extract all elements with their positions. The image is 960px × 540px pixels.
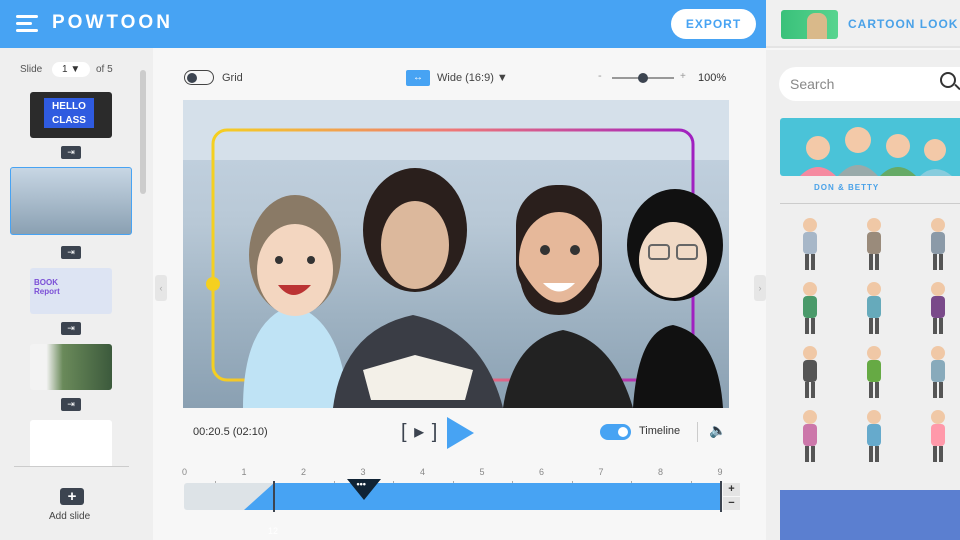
scene-image: [183, 100, 729, 408]
character-item[interactable]: [924, 344, 952, 402]
timeline-tick-label: 7: [598, 467, 604, 477]
volume-icon[interactable]: 🔈: [709, 422, 726, 439]
transition-icon[interactable]: ⇥: [61, 322, 81, 335]
top-bar: POWTOON EXPORT: [0, 0, 766, 48]
frame-handle: [206, 277, 220, 291]
transition-icon[interactable]: ⇥: [61, 246, 81, 259]
timeline-tick-label: 4: [420, 467, 426, 477]
slide-select[interactable]: 1 ▼: [52, 62, 90, 77]
add-slide-label[interactable]: Add slide: [49, 511, 90, 522]
add-slide-button[interactable]: +: [60, 488, 84, 505]
divider: [780, 203, 960, 204]
look-label: CARTOON LOOK: [848, 17, 959, 31]
timeline-tick-label: 0: [182, 467, 188, 477]
character-item[interactable]: [860, 344, 888, 402]
timeline-in-marker[interactable]: [273, 481, 275, 512]
transition-icon[interactable]: ⇥: [61, 398, 81, 411]
logo: POWTOON: [52, 12, 173, 33]
zoom-in-button[interactable]: +: [680, 71, 686, 82]
character-item[interactable]: [924, 216, 952, 274]
collapse-left-button[interactable]: ‹: [155, 275, 167, 301]
slides-panel: Slide 1 ▼ of 5 HELLO CLASS ⇥ ⇥ BOOK Repo…: [0, 48, 153, 540]
zoom-out-button[interactable]: -: [598, 70, 602, 82]
character-item[interactable]: [924, 408, 952, 466]
playhead-menu-icon[interactable]: •••: [357, 479, 366, 489]
timeline-tick-label: 2: [301, 467, 307, 477]
look-thumbnail: [781, 10, 838, 39]
timeline-label: Timeline: [639, 425, 681, 437]
search-icon[interactable]: [940, 72, 956, 88]
character-item[interactable]: [796, 408, 824, 466]
timeline-zoom-in[interactable]: +: [723, 483, 740, 496]
slide-count: of 5: [96, 64, 113, 75]
collapse-right-button[interactable]: ›: [754, 275, 766, 301]
menu-icon[interactable]: [16, 15, 38, 33]
character-set-banner-2[interactable]: [780, 490, 960, 540]
aspect-ratio-select[interactable]: Wide (16:9) ▼: [437, 72, 508, 84]
marker-label: 12: [268, 526, 279, 536]
slide-thumb-1[interactable]: HELLO CLASS: [30, 92, 112, 138]
aspect-ratio-icon[interactable]: ↔: [406, 70, 430, 86]
timeline-element-bar[interactable]: [244, 483, 721, 510]
grid-toggle[interactable]: [184, 70, 214, 85]
transition-icon[interactable]: ⇥: [61, 146, 81, 159]
timeline-tick-label: 6: [539, 467, 545, 477]
timeline-tick-label: 5: [479, 467, 485, 477]
divider: [697, 422, 698, 442]
character-item[interactable]: [860, 216, 888, 274]
timeline-zoom-out[interactable]: −: [723, 497, 740, 510]
export-button[interactable]: EXPORT: [671, 9, 756, 39]
timeline-tick-label: 8: [658, 467, 664, 477]
timeline-out-marker[interactable]: [720, 481, 722, 512]
timeline-tick-label: 9: [717, 467, 723, 477]
slide-title: HELLO CLASS: [44, 98, 94, 128]
slide-canvas[interactable]: [183, 100, 729, 408]
play-button[interactable]: [447, 417, 474, 449]
play-scene-button[interactable]: [ ▸ ]: [401, 419, 438, 444]
timeline-tick-label: 3: [360, 467, 366, 477]
slide-thumb-4[interactable]: [30, 344, 112, 390]
scrollbar[interactable]: [140, 70, 146, 194]
cartoon-look-selector[interactable]: CARTOON LOOK: [766, 0, 960, 48]
search-input[interactable]: Search: [779, 67, 960, 101]
time-display: 00:20.5 (02:10): [193, 426, 268, 438]
character-item[interactable]: [860, 408, 888, 466]
divider: [14, 466, 129, 467]
timeline-tick-label: 1: [241, 467, 247, 477]
slide-title: BOOK Report: [34, 278, 60, 296]
zoom-slider-handle[interactable]: [638, 73, 648, 83]
slide-thumb-5[interactable]: [30, 420, 112, 466]
character-item[interactable]: [860, 280, 888, 338]
slide-thumb-3[interactable]: BOOK Report: [30, 268, 112, 314]
zoom-value: 100%: [698, 72, 727, 84]
banner-label: DON & BETTY: [814, 183, 880, 192]
timeline-toggle[interactable]: [600, 424, 631, 440]
slide-thumb-2[interactable]: [10, 167, 132, 235]
character-item[interactable]: [924, 280, 952, 338]
grid-label: Grid: [222, 72, 243, 84]
character-set-banner[interactable]: [780, 118, 960, 176]
slide-label: Slide: [20, 64, 43, 75]
character-item[interactable]: [796, 280, 824, 338]
character-item[interactable]: [796, 216, 824, 274]
character-item[interactable]: [796, 344, 824, 402]
